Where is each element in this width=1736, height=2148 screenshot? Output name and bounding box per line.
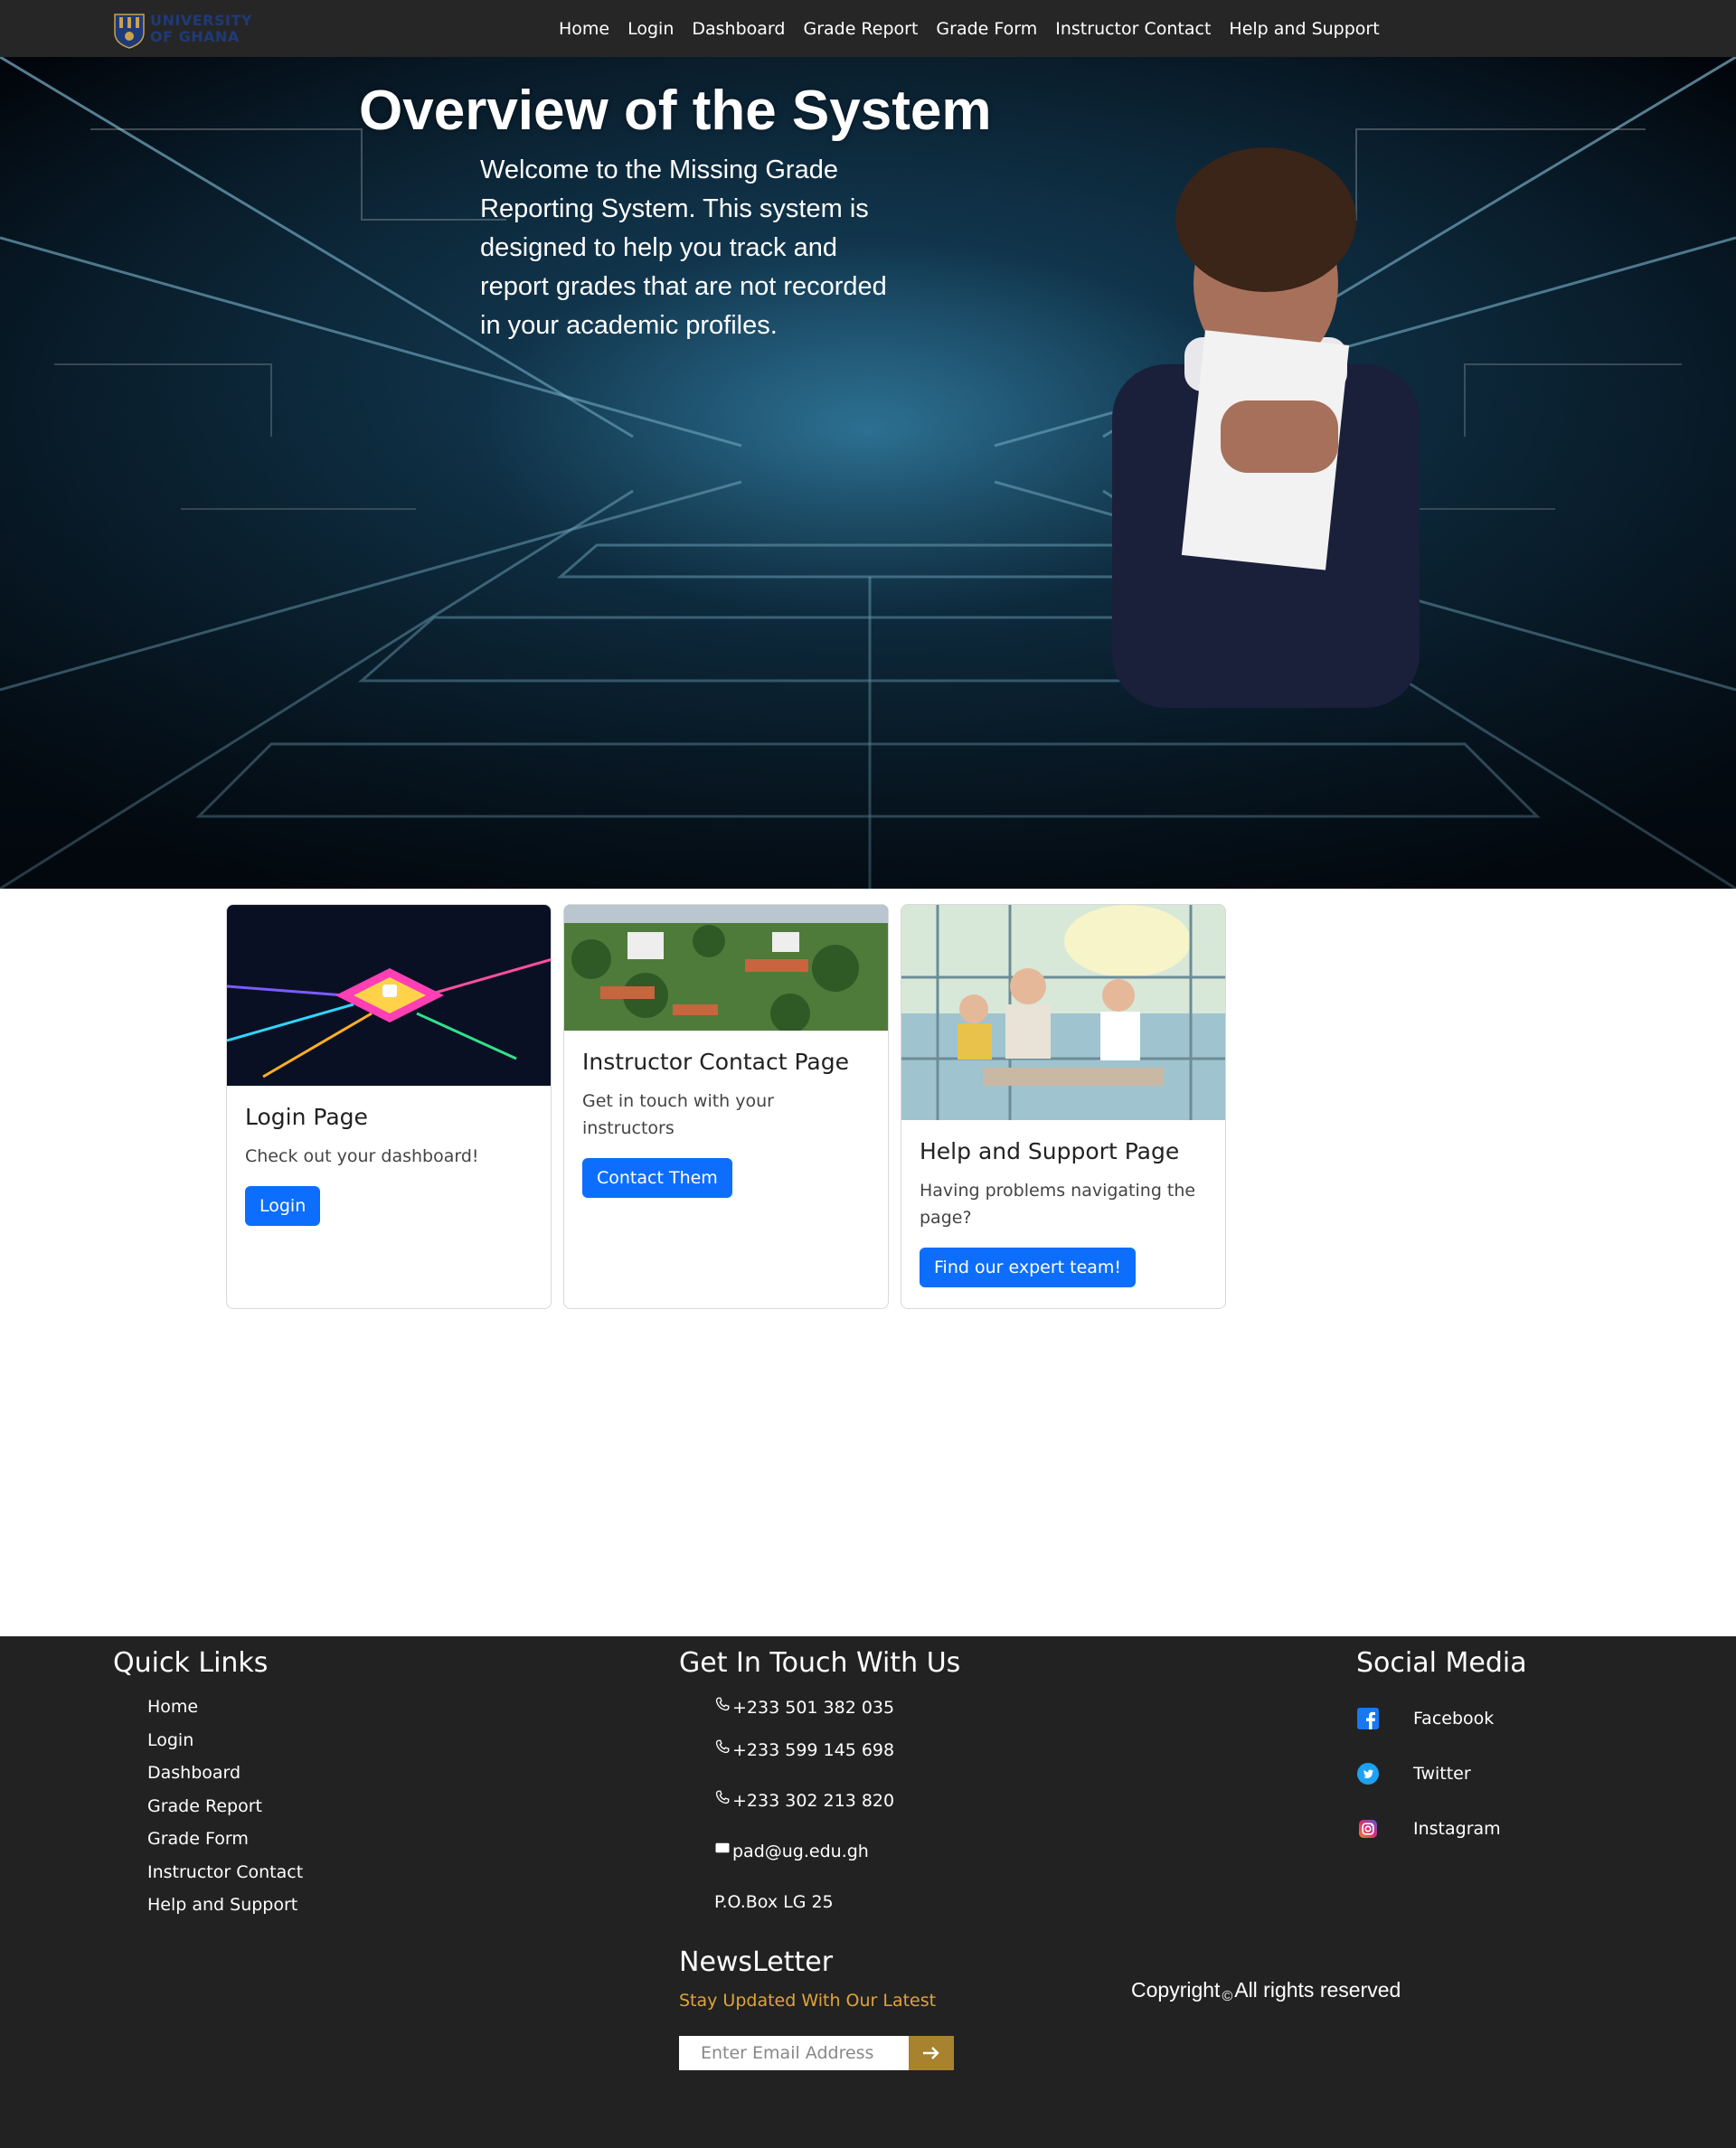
instagram-icon [1356,1817,1380,1841]
nav-links: Home Login Dashboard Grade Report Grade … [559,0,1380,57]
find-expert-team-button[interactable]: Find our expert team! [920,1248,1137,1287]
footer-link-dashboard[interactable]: Dashboard [147,1757,303,1790]
address-row: P.O.Box LG 25 [714,1877,894,1927]
copyright-suffix: All rights reserved [1234,1978,1401,2002]
feature-cards: Login Page Check out your dashboard! Log… [226,904,1226,1309]
email-address: pad@ug.edu.gh [732,1842,869,1861]
social-instagram-link[interactable]: Instagram [1356,1801,1501,1856]
nav-instructor-contact[interactable]: Instructor Contact [1055,19,1211,39]
phone-number-3: +233 302 213 820 [732,1791,895,1811]
footer-link-grade-form[interactable]: Grade Form [147,1823,303,1856]
brand-line-1: UNIVERSITY [150,12,252,29]
card-instructor-title: Instructor Contact Page [582,1049,849,1075]
card-help-support: Help and Support Page Having problems na… [901,904,1226,1309]
copyright-prefix: Copyright [1131,1978,1221,2002]
brand-line-2: OF GHANA [150,28,240,45]
phone-icon [715,1790,730,1804]
social-facebook-link[interactable]: Facebook [1356,1691,1501,1746]
twitter-icon [1356,1762,1380,1785]
twitter-label: Twitter [1413,1763,1471,1784]
footer-link-help-support[interactable]: Help and Support [147,1889,303,1922]
facebook-icon [1356,1707,1380,1730]
social-media-list: Facebook Twitter Instagram [1356,1691,1501,1856]
postal-address: P.O.Box LG 25 [714,1892,834,1912]
nav-home[interactable]: Home [559,19,609,39]
hero-title: Overview of the System [359,80,992,142]
phone-row-1: +233 501 382 035 [714,1691,894,1725]
phone-number-2: +233 599 145 698 [732,1740,895,1760]
footer-link-login[interactable]: Login [147,1724,303,1757]
newsletter-subtitle: Stay Updated With Our Latest [679,1991,937,2011]
copyright-notice: Copyright ©All rights reserved [1131,1978,1401,2005]
copyright-symbol: © [1222,1989,1233,2004]
social-media-heading: Social Media [1356,1647,1527,1679]
nav-login[interactable]: Login [627,19,674,39]
envelope-icon [715,1842,730,1853]
instagram-label: Instagram [1413,1818,1501,1839]
card-login-title: Login Page [245,1104,368,1130]
card-login-text: Check out your dashboard! [245,1146,479,1166]
email-row: pad@ug.edu.gh [714,1826,894,1877]
newsletter-form [679,2036,954,2070]
nav-grade-form[interactable]: Grade Form [936,19,1037,39]
quick-links-heading: Quick Links [113,1647,269,1679]
footer-link-home[interactable]: Home [147,1691,303,1724]
phone-icon [715,1697,730,1711]
newsletter-email-input[interactable] [679,2036,909,2070]
university-crest-icon [114,14,145,49]
quick-links-list: Home Login Dashboard Grade Report Grade … [147,1691,303,1922]
nav-dashboard[interactable]: Dashboard [692,19,785,39]
contact-heading: Get In Touch With Us [679,1647,961,1679]
page: UNIVERSITY OF GHANA Home Login Dashboard… [0,0,1736,2148]
footer-link-instructor-contact[interactable]: Instructor Contact [147,1856,303,1889]
brand-logo[interactable]: UNIVERSITY OF GHANA [112,9,252,49]
newsletter-heading: NewsLetter [679,1946,834,1978]
contact-them-button[interactable]: Contact Them [582,1158,732,1198]
card-login-image [227,905,551,1086]
footer-link-grade-report[interactable]: Grade Report [147,1790,303,1823]
navbar: UNIVERSITY OF GHANA Home Login Dashboard… [0,0,1736,57]
phone-icon [715,1739,730,1754]
card-instructor-contact: Instructor Contact Page Get in touch wit… [563,904,889,1309]
arrow-right-icon [923,2047,939,2059]
card-help-image [901,905,1225,1120]
nav-help-support[interactable]: Help and Support [1229,19,1379,39]
card-help-text: Having problems navigating the page? [920,1181,1196,1228]
contact-list: +233 501 382 035 +233 599 145 698 +233 3… [714,1691,894,1927]
nav-grade-report[interactable]: Grade Report [803,19,918,39]
phone-number-1: +233 501 382 035 [732,1698,895,1718]
card-login: Login Page Check out your dashboard! Log… [226,904,552,1309]
hero-description: Welcome to the Missing Grade Reporting S… [480,155,887,340]
card-help-title: Help and Support Page [920,1138,1180,1164]
phone-row-3: +233 302 213 820 [714,1776,894,1826]
phone-row-2: +233 599 145 698 [714,1725,894,1776]
social-twitter-link[interactable]: Twitter [1356,1746,1501,1801]
newsletter-submit-button[interactable] [909,2036,954,2070]
facebook-label: Facebook [1413,1708,1495,1729]
login-button[interactable]: Login [245,1186,321,1226]
brand-name: UNIVERSITY OF GHANA [150,13,252,45]
card-instructor-image [564,905,888,1031]
card-instructor-text: Get in touch with your instructors [582,1091,774,1138]
hero-section: Overview of the System Welcome to the Mi… [0,57,1736,889]
footer: Quick Links Home Login Dashboard Grade R… [0,1636,1736,2148]
